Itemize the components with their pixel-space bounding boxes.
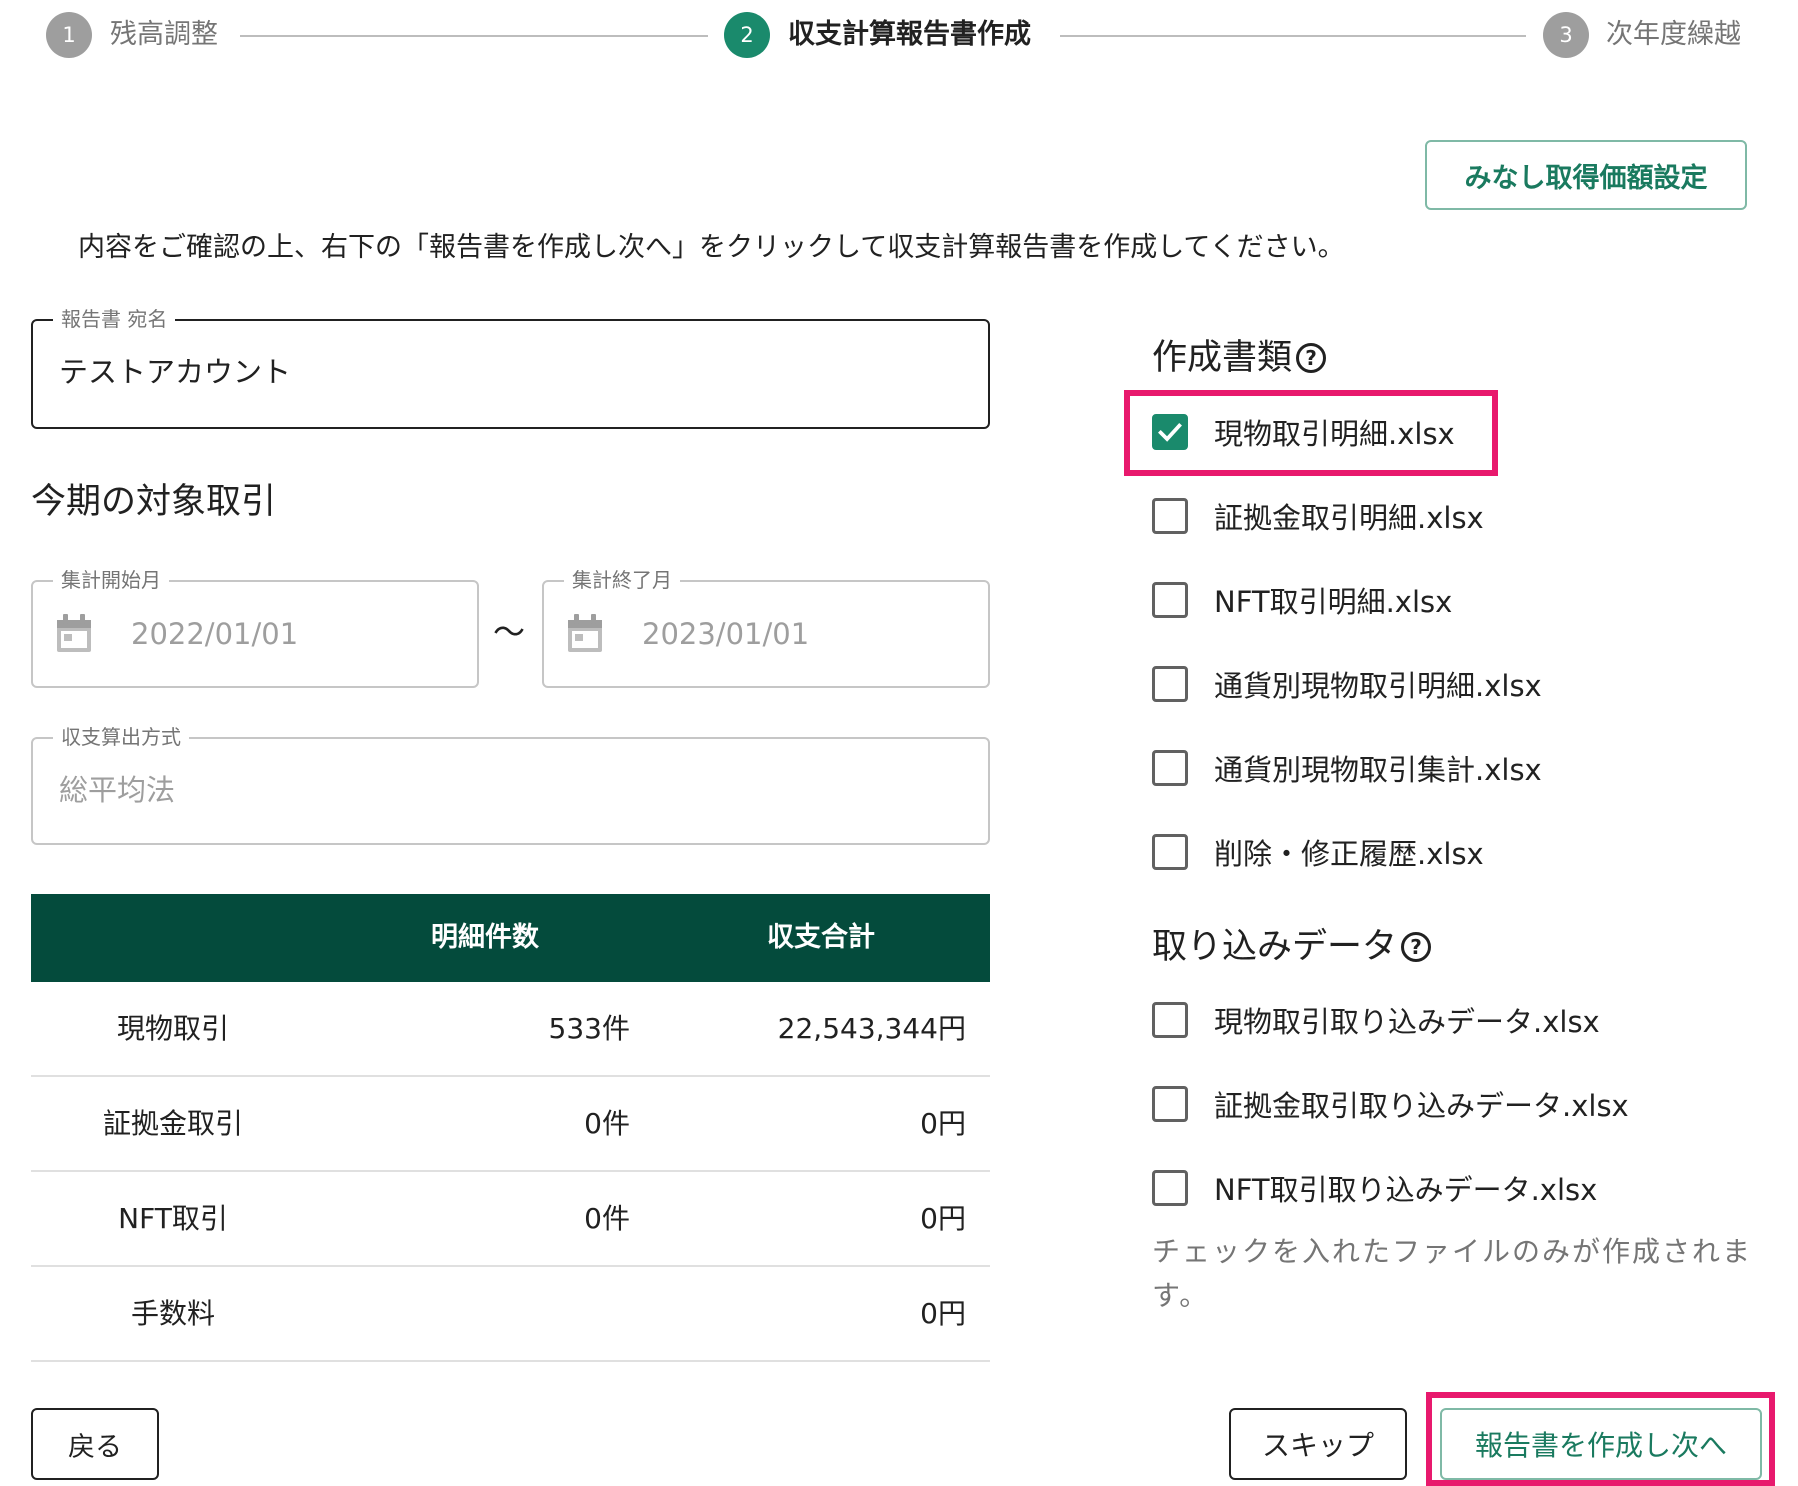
checkbox-spot-import[interactable]: 現物取引取り込みデータ.xlsx: [1152, 999, 1600, 1041]
help-circle-icon[interactable]: ?: [1401, 932, 1432, 962]
row-total: 22,543,344円: [777, 1012, 966, 1045]
period-separator: 〜: [493, 613, 526, 651]
step-3-indicator: 3: [1543, 12, 1589, 58]
table-row: 手数料 0円: [31, 1267, 990, 1362]
checkbox-label: 現物取引明細.xlsx: [1214, 417, 1455, 451]
instruction-text: 内容をご確認の上、右下の「報告書を作成し次へ」をクリックして収支計算報告書を作成…: [78, 232, 1345, 263]
calc-method-field: 収支算出方式 総平均法: [31, 725, 990, 845]
create-report-next-button[interactable]: 報告書を作成し次へ: [1440, 1408, 1762, 1480]
period-start-legend: 集計開始月: [53, 568, 169, 592]
checkbox-label: 証拠金取引取り込みデータ.xlsx: [1214, 1089, 1629, 1123]
checkmark-icon: [1158, 422, 1182, 442]
checkbox-checked[interactable]: [1152, 414, 1188, 450]
row-count: 0件: [584, 1107, 630, 1140]
row-total: 0円: [920, 1297, 966, 1330]
checkbox-currency-spot-detail[interactable]: 通貨別現物取引明細.xlsx: [1152, 663, 1542, 705]
row-type: NFT取引: [118, 1202, 228, 1235]
checkbox-unchecked[interactable]: [1152, 1086, 1188, 1122]
period-start-value: 2022/01/01: [131, 617, 299, 651]
calc-method-legend: 収支算出方式: [53, 725, 189, 749]
checkbox-spot-detail[interactable]: 現物取引明細.xlsx: [1152, 411, 1455, 453]
step-3-label: 次年度繰越: [1606, 19, 1741, 50]
period-section-title: 今期の対象取引: [31, 482, 277, 522]
checkbox-edit-history[interactable]: 削除・修正履歴.xlsx: [1152, 831, 1484, 873]
step-1-label: 残高調整: [110, 19, 218, 50]
checkbox-label: NFT取引明細.xlsx: [1214, 585, 1453, 619]
calendar-icon: [566, 614, 604, 658]
checkbox-unchecked[interactable]: [1152, 834, 1188, 870]
period-start-field: 集計開始月 2022/01/01: [31, 568, 479, 688]
skip-button[interactable]: スキップ: [1229, 1408, 1407, 1480]
checkbox-margin-import[interactable]: 証拠金取引取り込みデータ.xlsx: [1152, 1083, 1629, 1125]
import-data-title: 取り込みデータ ?: [1152, 925, 1432, 969]
step-connector: [240, 35, 708, 37]
step-2-label: 収支計算報告書作成: [788, 19, 1031, 50]
row-total: 0円: [920, 1107, 966, 1140]
step-2-indicator: 2: [724, 12, 770, 58]
checkbox-label: 現物取引取り込みデータ.xlsx: [1214, 1005, 1600, 1039]
checkbox-label: NFT取引取り込みデータ.xlsx: [1214, 1173, 1598, 1207]
row-count: 533件: [548, 1012, 630, 1045]
checkbox-unchecked[interactable]: [1152, 1170, 1188, 1206]
checkbox-nft-detail[interactable]: NFT取引明細.xlsx: [1152, 579, 1452, 621]
summary-table: 明細件数 収支合計 現物取引 533件 22,543,344円 証拠金取引 0件…: [31, 894, 990, 1362]
table-header-total: 収支合計: [767, 922, 875, 953]
checkbox-label: 通貨別現物取引集計.xlsx: [1214, 753, 1542, 787]
step-1-indicator: 1: [46, 12, 92, 58]
checkbox-unchecked[interactable]: [1152, 498, 1188, 534]
table-header: 明細件数 収支合計: [31, 894, 990, 982]
row-total: 0円: [920, 1202, 966, 1235]
calendar-icon: [55, 614, 93, 658]
help-circle-icon[interactable]: ?: [1296, 343, 1327, 373]
table-row: 現物取引 533件 22,543,344円: [31, 982, 990, 1077]
row-type: 手数料: [130, 1297, 215, 1330]
checkbox-margin-detail[interactable]: 証拠金取引明細.xlsx: [1152, 495, 1484, 537]
checkbox-unchecked[interactable]: [1152, 750, 1188, 786]
calc-method-value: 総平均法: [59, 773, 176, 807]
table-header-count: 明細件数: [431, 922, 539, 953]
step-connector: [1060, 35, 1526, 37]
row-count: 0件: [584, 1202, 630, 1235]
row-type: 証拠金取引: [102, 1107, 243, 1140]
period-end-value: 2023/01/01: [642, 617, 810, 651]
checkbox-nft-import[interactable]: NFT取引取り込みデータ.xlsx: [1152, 1167, 1597, 1209]
checkbox-unchecked[interactable]: [1152, 666, 1188, 702]
import-data-title-text: 取り込みデータ: [1152, 927, 1398, 967]
report-addressee-legend: 報告書 宛名: [53, 307, 176, 331]
table-row: NFT取引 0件 0円: [31, 1172, 990, 1267]
checkbox-label: 削除・修正履歴.xlsx: [1214, 837, 1484, 871]
period-end-field: 集計終了月 2023/01/01: [542, 568, 990, 688]
import-note: チェックを入れたファイルのみが作成されます。: [1152, 1235, 1753, 1312]
report-addressee-field[interactable]: 報告書 宛名 テストアカウント: [31, 307, 990, 429]
checkbox-unchecked[interactable]: [1152, 582, 1188, 618]
checkbox-currency-spot-summary[interactable]: 通貨別現物取引集計.xlsx: [1152, 747, 1542, 789]
checkbox-label: 通貨別現物取引明細.xlsx: [1214, 669, 1542, 703]
table-row: 証拠金取引 0件 0円: [31, 1077, 990, 1172]
deemed-cost-setting-button[interactable]: みなし取得価額設定: [1425, 140, 1747, 210]
checkbox-label: 証拠金取引明細.xlsx: [1214, 501, 1484, 535]
checkbox-unchecked[interactable]: [1152, 1002, 1188, 1038]
documents-title: 作成書類 ?: [1152, 336, 1327, 380]
documents-title-text: 作成書類: [1152, 338, 1293, 378]
back-button[interactable]: 戻る: [31, 1408, 159, 1480]
report-addressee-value: テストアカウント: [59, 355, 292, 389]
period-end-legend: 集計終了月: [564, 568, 680, 592]
row-type: 現物取引: [116, 1012, 229, 1045]
